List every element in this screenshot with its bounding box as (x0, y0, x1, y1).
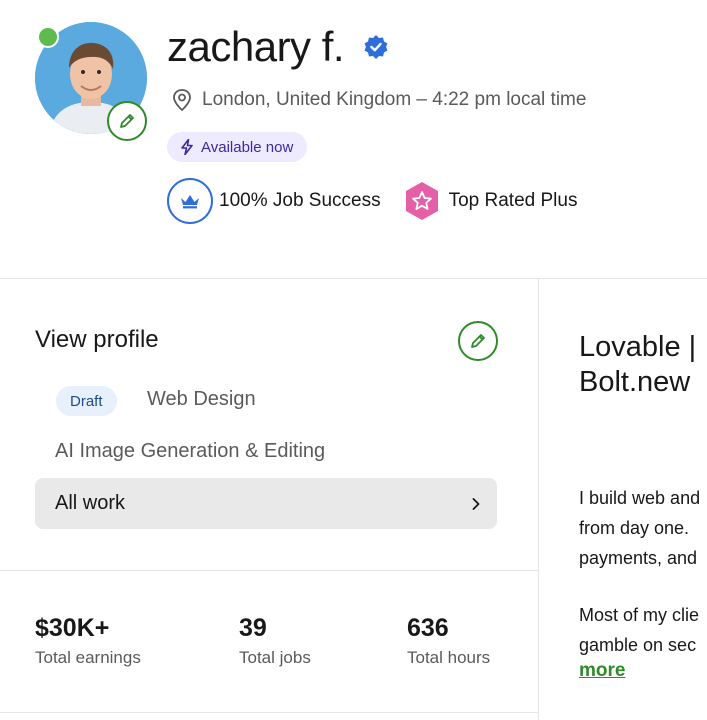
column-divider (538, 279, 539, 720)
top-rated-text: Top Rated Plus (448, 190, 578, 211)
view-profile-title: View profile (35, 326, 159, 353)
edit-profile-button[interactable] (458, 321, 498, 361)
profile-headline: Lovable | Bolt.new (579, 330, 696, 400)
tab-all-work[interactable]: All work (35, 478, 497, 529)
edit-photo-button[interactable] (107, 101, 147, 141)
tab-ai-image-generation[interactable]: AI Image Generation & Editing (55, 440, 325, 463)
headline-line: Bolt.new (579, 366, 691, 398)
lightning-icon (181, 139, 193, 155)
all-work-label: All work (55, 492, 126, 514)
overview-paragraph-1: I build web and from day one. payments, … (579, 483, 700, 573)
overview-line: payments, and (579, 548, 698, 568)
badges-row: 100% Job Success Top Rated Plus (167, 178, 577, 224)
overview-line: I build web and (579, 488, 701, 508)
total-jobs-value: 39 (239, 614, 267, 642)
job-success-badge[interactable] (167, 178, 213, 224)
crown-icon (181, 195, 199, 209)
bottom-divider (0, 712, 538, 713)
overview-line: gamble on sec (579, 635, 697, 655)
location-pin-icon (173, 89, 191, 112)
availability-badge[interactable]: Available now (167, 132, 308, 162)
total-hours-label: Total hours (407, 648, 491, 667)
pencil-icon (471, 334, 485, 348)
top-rated-star-icon (405, 182, 438, 220)
location-row: London, United Kingdom – 4:22 pm local t… (172, 88, 586, 112)
overview-line: from day one. (579, 518, 690, 538)
total-earnings-label: Total earnings (35, 648, 141, 667)
headline-line: Lovable | (579, 331, 697, 363)
more-link[interactable]: more (579, 660, 625, 682)
stats-divider (0, 570, 538, 571)
chevron-right-icon (472, 497, 480, 510)
location-text: London, United Kingdom – 4:22 pm local t… (202, 89, 587, 110)
pencil-icon (120, 114, 134, 128)
overview-line: Most of my clie (579, 605, 700, 625)
online-status-dot (37, 26, 59, 48)
total-hours-value: 636 (407, 614, 449, 642)
draft-badge: Draft (56, 386, 117, 416)
tab-web-design[interactable]: Web Design (147, 388, 256, 411)
profile-name: zachary f. (167, 23, 345, 70)
verified-icon (363, 34, 389, 60)
total-jobs-label: Total jobs (239, 648, 311, 667)
overview-paragraph-2: Most of my clie gamble on sec (579, 600, 699, 660)
total-earnings-value: $30K+ (35, 614, 110, 642)
job-success-text: 100% Job Success (219, 190, 381, 211)
availability-text: Available now (201, 138, 294, 156)
header-divider (0, 278, 707, 279)
